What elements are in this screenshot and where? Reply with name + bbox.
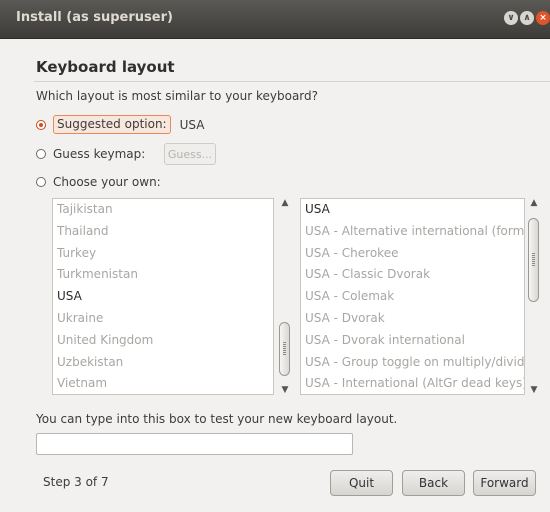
guess-keymap-radio[interactable] bbox=[36, 149, 46, 159]
close-button[interactable]: × bbox=[536, 11, 550, 25]
window-title: Install (as superuser) bbox=[16, 10, 173, 25]
country-list-item[interactable]: Tajikistan bbox=[53, 199, 273, 221]
back-button[interactable]: Back bbox=[402, 470, 465, 496]
variant-list-item[interactable]: USA - International (AltGr dead keys) bbox=[301, 373, 524, 394]
suggested-option-radio[interactable] bbox=[36, 119, 46, 130]
country-list-item[interactable]: United Kingdom bbox=[53, 330, 273, 352]
variant-list-item[interactable]: USA - Colemak bbox=[301, 286, 524, 308]
variant-list-item[interactable]: USA - Cherokee bbox=[301, 243, 524, 265]
scroll-up-icon[interactable]: ▲ bbox=[528, 198, 540, 208]
country-list-item[interactable]: Ukraine bbox=[53, 308, 273, 330]
variant-list-item[interactable]: USA - Alternative international (former … bbox=[301, 221, 524, 243]
choose-own-row[interactable]: Choose your own: bbox=[36, 175, 161, 189]
guess-button[interactable]: Guess... bbox=[164, 143, 216, 165]
variant-list-item[interactable]: USA - Classic Dvorak bbox=[301, 264, 524, 286]
country-list-item[interactable]: Turkmenistan bbox=[53, 264, 273, 286]
country-list-item[interactable]: USA bbox=[53, 286, 273, 308]
variant-list[interactable]: USA USA - Alternative international (form… bbox=[300, 198, 525, 395]
step-indicator: Step 3 of 7 bbox=[43, 475, 109, 489]
variant-list-item[interactable]: USA - Group toggle on multiply/divide ke bbox=[301, 352, 524, 374]
suggested-option-row[interactable]: Suggested option: USA bbox=[36, 115, 204, 134]
country-list-item[interactable]: Uzbekistan bbox=[53, 352, 273, 374]
country-list-item[interactable]: Turkey bbox=[53, 243, 273, 265]
choose-own-label[interactable]: Choose your own: bbox=[53, 175, 161, 189]
guess-keymap-label[interactable]: Guess keymap: bbox=[53, 147, 145, 161]
page-title: Keyboard layout bbox=[36, 58, 175, 76]
variant-list-item[interactable]: USA - Dvorak bbox=[301, 308, 524, 330]
choose-own-radio[interactable] bbox=[36, 177, 46, 187]
scroll-down-icon[interactable]: ▼ bbox=[528, 385, 540, 395]
variant-list-item[interactable]: USA - Dvorak international bbox=[301, 330, 524, 352]
minimize-button[interactable]: ∨ bbox=[504, 11, 518, 25]
guess-keymap-row[interactable]: Guess keymap: bbox=[36, 147, 145, 161]
quit-button[interactable]: Quit bbox=[330, 470, 393, 496]
country-list-scrollbar[interactable]: ▲ ▼ bbox=[277, 198, 293, 395]
scrollbar-thumb[interactable] bbox=[528, 218, 539, 302]
suggested-option-label[interactable]: Suggested option: bbox=[53, 115, 171, 134]
scroll-up-icon[interactable]: ▲ bbox=[279, 198, 291, 208]
keyboard-test-input[interactable] bbox=[36, 433, 353, 455]
variant-list-scrollbar[interactable]: ▲ ▼ bbox=[526, 198, 542, 395]
heading-divider bbox=[34, 81, 550, 82]
maximize-button[interactable]: ∧ bbox=[520, 11, 534, 25]
scrollbar-thumb[interactable] bbox=[279, 322, 290, 376]
page-question: Which layout is most similar to your key… bbox=[36, 89, 319, 103]
scroll-down-icon[interactable]: ▼ bbox=[279, 385, 291, 395]
country-list-item[interactable]: Thailand bbox=[53, 221, 273, 243]
forward-button[interactable]: Forward bbox=[473, 470, 536, 496]
title-bar: Install (as superuser) ∨ ∧ × bbox=[0, 0, 550, 39]
country-list[interactable]: Tajikistan Thailand Turkey Turkmenistan USA U… bbox=[52, 198, 274, 395]
variant-list-item[interactable]: USA bbox=[301, 199, 524, 221]
suggested-option-value: USA bbox=[179, 117, 205, 132]
country-list-item[interactable]: Vietnam bbox=[53, 373, 273, 394]
test-input-label: You can type into this box to test your … bbox=[36, 412, 398, 426]
